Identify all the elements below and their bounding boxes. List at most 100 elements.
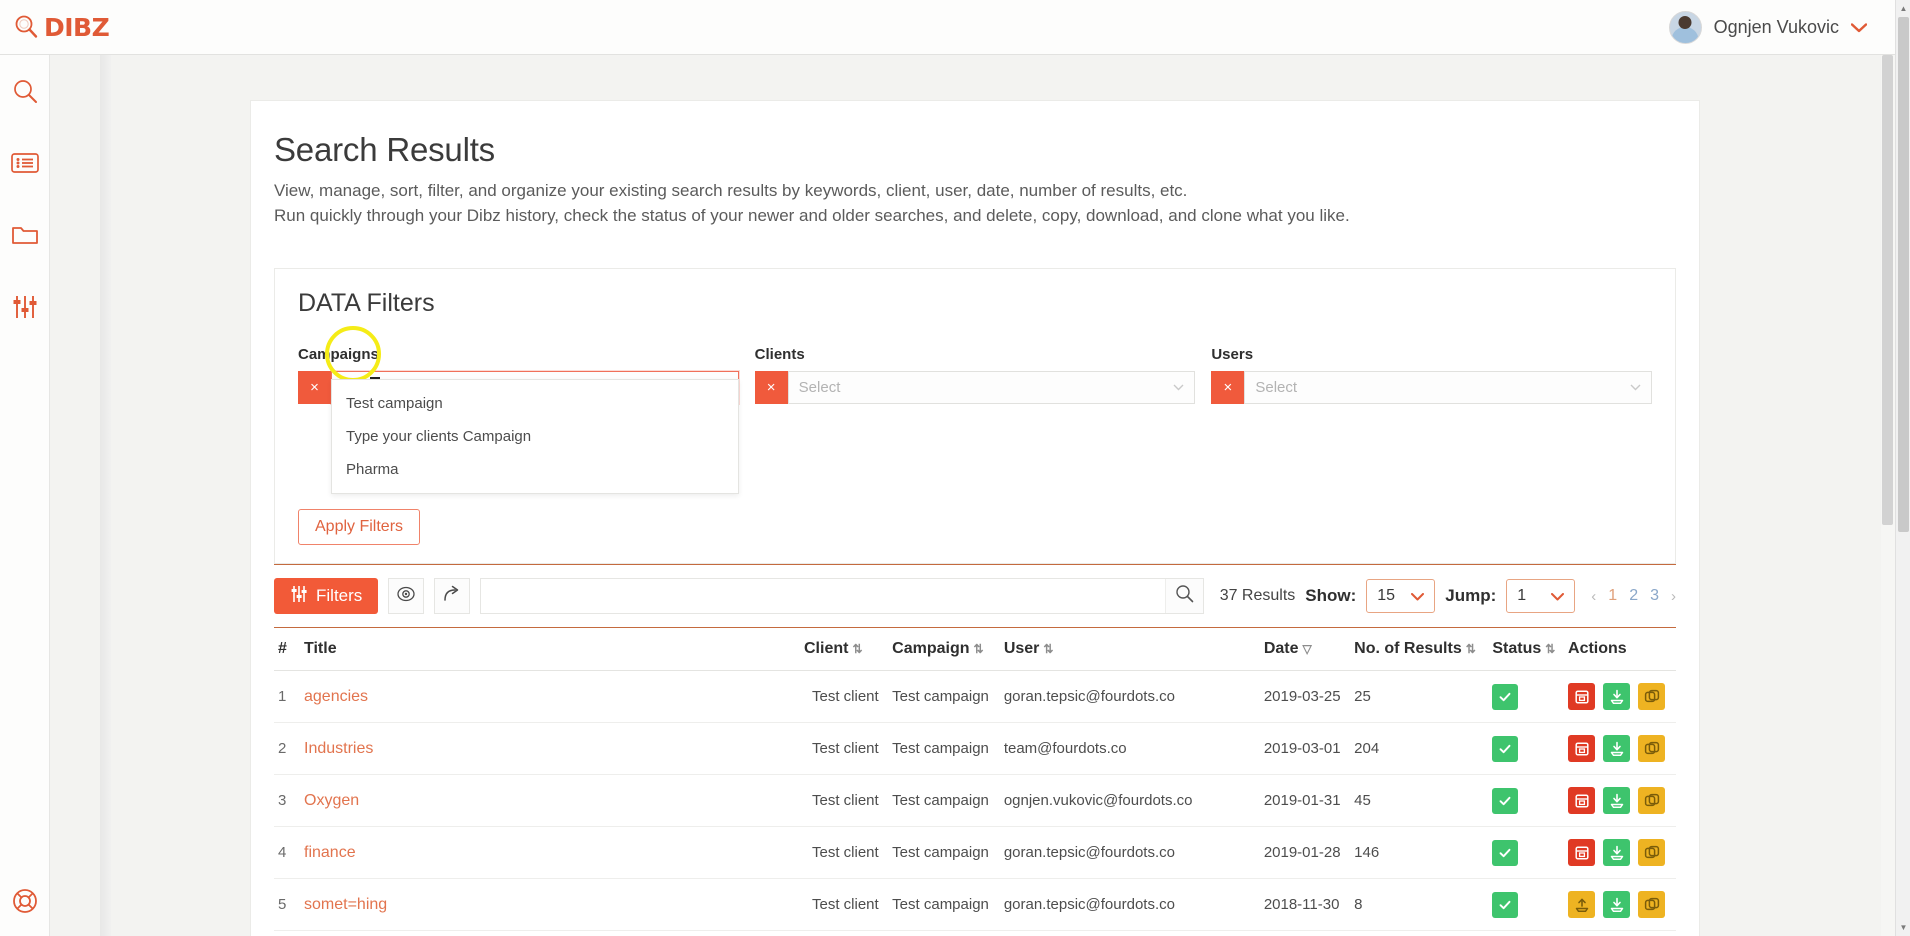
table-row: 5 somet=hing Test client Test campaign goran… — [274, 878, 1676, 932]
clone-icon — [1644, 845, 1660, 861]
clone-action-button[interactable] — [1638, 735, 1666, 763]
clone-action-button[interactable] — [1638, 839, 1666, 867]
search-input[interactable] — [481, 579, 1165, 614]
download-icon — [1609, 741, 1625, 757]
chevron-down-icon[interactable] — [1630, 382, 1641, 394]
filter-clients: Clients × Select — [754, 346, 1196, 405]
share-arrow-icon — [442, 585, 462, 608]
row-title-link[interactable]: finance — [304, 844, 356, 861]
col-user-label: User — [1003, 640, 1040, 658]
clone-icon — [1644, 741, 1660, 757]
row-client: Test client — [800, 878, 889, 932]
sidebar-item-list[interactable] — [0, 127, 50, 199]
page-3-link[interactable]: 3 — [1650, 587, 1659, 605]
row-actions — [1564, 722, 1676, 776]
col-results-label: No. of Results — [1354, 640, 1462, 658]
row-title-link[interactable]: somet=hing — [304, 896, 387, 913]
download-action-button[interactable] — [1603, 735, 1631, 763]
archive-action-button[interactable] — [1568, 683, 1596, 711]
chevron-down-icon[interactable] — [1173, 382, 1184, 394]
archive-action-button[interactable] — [1568, 787, 1596, 815]
row-date: 2018-11-30 — [1259, 878, 1351, 932]
row-title: Oxygen — [300, 774, 800, 828]
col-status[interactable]: Status ⇅ — [1488, 628, 1565, 672]
campaigns-option[interactable]: Test campaign — [332, 387, 738, 420]
clear-campaigns-button[interactable]: × — [298, 371, 331, 405]
row-title-link[interactable]: agencies — [304, 688, 368, 705]
row-campaign: Test campaign — [888, 878, 1000, 932]
row-date: 2019-01-28 — [1259, 826, 1351, 880]
campaigns-option[interactable]: Pharma — [332, 453, 738, 486]
row-title-link[interactable]: Industries — [304, 740, 373, 757]
search-submit-button[interactable] — [1164, 579, 1203, 614]
table-header-row: # Title Client ⇅ Campaign ⇅ User ⇅ Date ▽ No… — [274, 628, 1676, 672]
action-group — [1568, 683, 1672, 711]
sidebar-item-settings[interactable] — [0, 271, 50, 343]
clients-select[interactable]: Select — [787, 371, 1196, 405]
filters-button[interactable]: Filters — [274, 578, 379, 615]
clone-action-button[interactable] — [1638, 683, 1666, 711]
row-title-link[interactable]: Oxygen — [304, 792, 359, 809]
page-1-link[interactable]: 1 — [1608, 587, 1617, 605]
jump-select[interactable]: 1 — [1506, 579, 1576, 614]
sidebar-item-search[interactable] — [0, 55, 50, 127]
col-results[interactable]: No. of Results ⇅ — [1350, 628, 1489, 672]
row-index: 2 — [274, 722, 300, 776]
results-search-field[interactable] — [480, 578, 1204, 615]
status-badge — [1492, 735, 1519, 762]
apply-filters-button[interactable]: Apply Filters — [298, 509, 421, 546]
table-row: 3 Oxygen Test client Test campaign ognjen.vu… — [274, 774, 1676, 828]
col-date[interactable]: Date ▽ — [1259, 628, 1351, 672]
share-button[interactable] — [434, 578, 471, 615]
brand-logo[interactable]: DIBZ — [13, 13, 110, 42]
scroll-up-arrow[interactable]: ▲ — [1896, 0, 1910, 17]
scroll-down-arrow[interactable]: ▼ — [1896, 919, 1910, 936]
clone-icon — [1644, 793, 1660, 809]
clone-action-button[interactable] — [1638, 891, 1666, 919]
campaigns-option[interactable]: Type your clients Campaign — [332, 420, 738, 453]
col-status-label: Status — [1492, 640, 1542, 658]
col-client[interactable]: Client ⇅ — [800, 628, 889, 672]
filter-campaigns-label: Campaigns — [298, 346, 379, 364]
archive-action-button[interactable] — [1568, 735, 1596, 763]
restore-action-button[interactable] — [1568, 891, 1596, 919]
clear-users-button[interactable]: × — [1211, 371, 1245, 405]
col-campaign[interactable]: Campaign ⇅ — [888, 628, 1000, 672]
users-select[interactable]: Select — [1244, 371, 1653, 405]
sidebar-item-support[interactable] — [0, 866, 50, 936]
content-scrollbar[interactable] — [1881, 55, 1895, 936]
sidebar-item-folder[interactable] — [0, 199, 50, 271]
download-action-button[interactable] — [1603, 839, 1631, 867]
preview-button[interactable] — [388, 578, 425, 615]
campaigns-dropdown[interactable]: Test campaign Type your clients Campaign… — [331, 379, 739, 495]
clone-action-button[interactable] — [1638, 787, 1666, 815]
row-client: Test client — [800, 670, 889, 724]
col-client-label: Client — [804, 640, 849, 658]
row-results: 25 — [1350, 670, 1489, 724]
page-canvas: Search Results View, manage, sort, filte… — [50, 55, 1895, 936]
download-icon — [1609, 689, 1625, 705]
data-filters-panel: DATA Filters Campaigns × Select — [274, 268, 1676, 565]
page-next-button[interactable]: › — [1671, 588, 1676, 605]
download-action-button[interactable] — [1603, 787, 1631, 815]
row-client: Test client — [800, 930, 889, 936]
col-date-label: Date — [1263, 640, 1299, 658]
window-scrollbar[interactable]: ▲ ▼ — [1895, 0, 1910, 936]
clear-clients-button[interactable]: × — [754, 371, 788, 405]
row-client: Test client — [800, 774, 889, 828]
chevron-down-icon[interactable] — [1850, 19, 1868, 36]
show-select[interactable]: 15 — [1366, 579, 1436, 614]
row-results: 95 — [1350, 930, 1489, 936]
content-scrollbar-thumb[interactable] — [1882, 55, 1893, 525]
row-status — [1488, 774, 1565, 828]
page-prev-button[interactable]: ‹ — [1591, 588, 1596, 605]
user-menu[interactable]: Ognjen Vukovic — [1668, 10, 1868, 44]
download-action-button[interactable] — [1603, 891, 1631, 919]
page-2-link[interactable]: 2 — [1629, 587, 1638, 605]
row-user: team@fourdots.co — [999, 722, 1260, 776]
download-action-button[interactable] — [1603, 683, 1631, 711]
status-badge — [1492, 839, 1519, 866]
col-user[interactable]: User ⇅ — [999, 628, 1260, 672]
archive-action-button[interactable] — [1568, 839, 1596, 867]
window-scrollbar-thumb[interactable] — [1898, 17, 1909, 532]
